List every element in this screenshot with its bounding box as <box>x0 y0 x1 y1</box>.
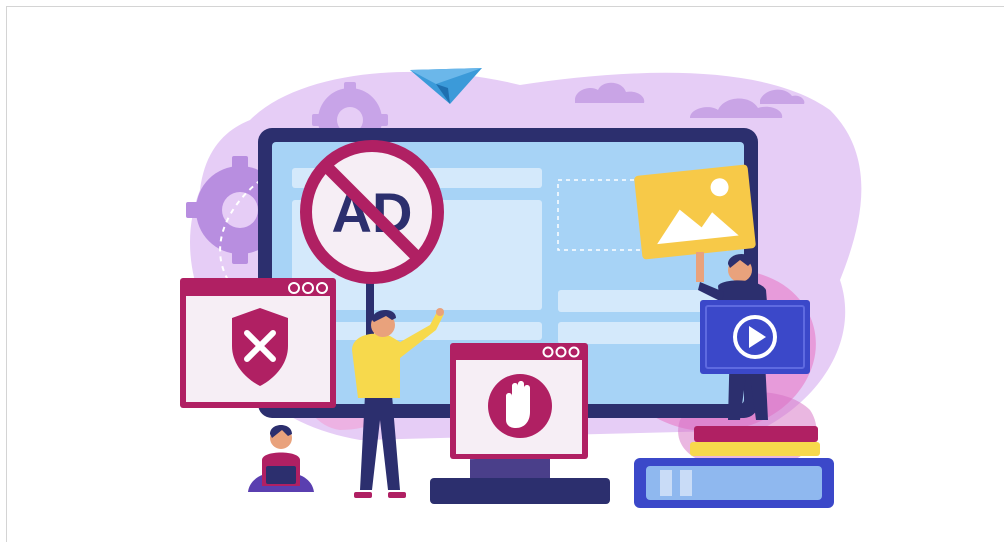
shield-x-window <box>180 278 336 408</box>
stop-hand-window <box>450 343 588 459</box>
person-with-laptop <box>248 425 314 492</box>
stop-hand-icon <box>488 374 552 438</box>
book-stack-icon <box>634 426 834 508</box>
ad-blocking-illustration: AD <box>180 68 862 508</box>
image-icon <box>634 164 756 260</box>
play-icon <box>700 300 810 374</box>
